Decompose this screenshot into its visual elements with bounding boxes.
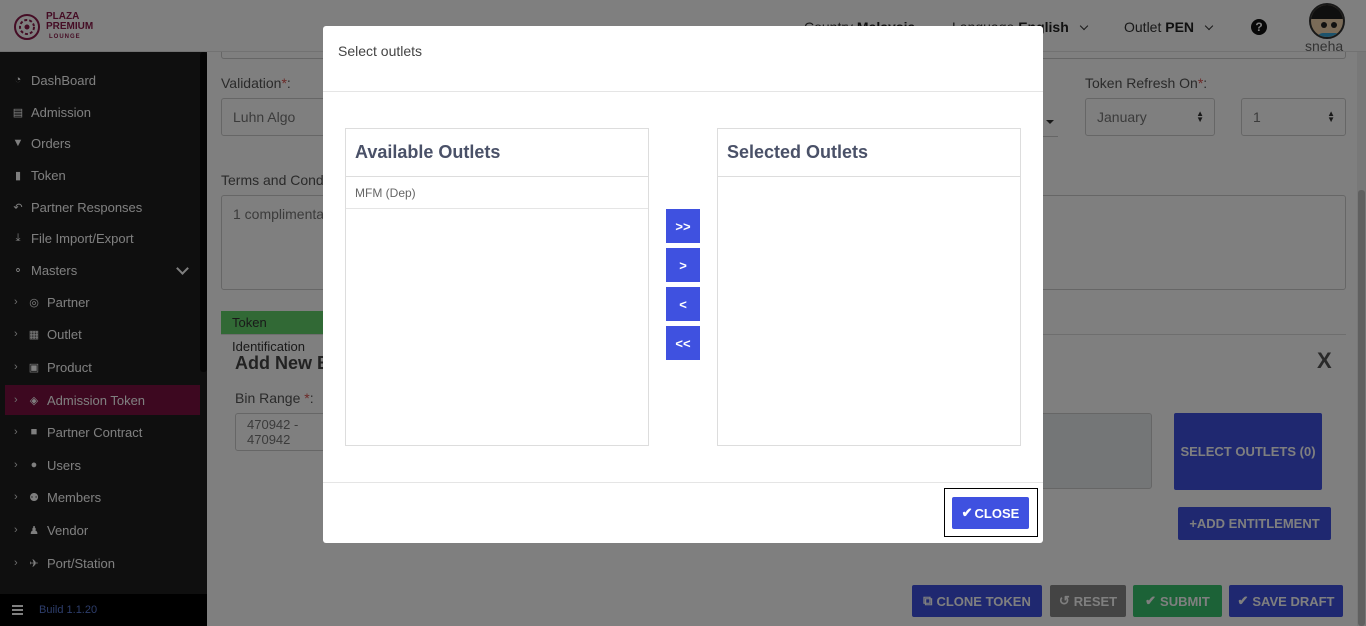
available-outlets-panel: Available Outlets MFM (Dep) bbox=[345, 128, 649, 446]
close-button-label: CLOSE bbox=[974, 505, 1020, 521]
close-button[interactable]: ✔ CLOSE bbox=[952, 497, 1029, 529]
check-icon: ✔ bbox=[961, 505, 973, 520]
selected-outlets-heading: Selected Outlets bbox=[718, 129, 1020, 177]
list-item[interactable]: MFM (Dep) bbox=[346, 177, 648, 209]
modal-footer-divider bbox=[323, 482, 1043, 483]
selected-outlets-panel: Selected Outlets bbox=[717, 128, 1021, 446]
move-all-left-button[interactable]: << bbox=[666, 326, 700, 360]
select-outlets-modal: Select outlets Available Outlets MFM (De… bbox=[323, 26, 1043, 543]
move-right-button[interactable]: > bbox=[666, 248, 700, 282]
available-outlets-heading: Available Outlets bbox=[346, 129, 648, 177]
move-left-button[interactable]: < bbox=[666, 287, 700, 321]
modal-header-divider bbox=[323, 91, 1043, 92]
modal-title: Select outlets bbox=[338, 43, 423, 59]
move-all-right-button[interactable]: >> bbox=[666, 209, 700, 243]
